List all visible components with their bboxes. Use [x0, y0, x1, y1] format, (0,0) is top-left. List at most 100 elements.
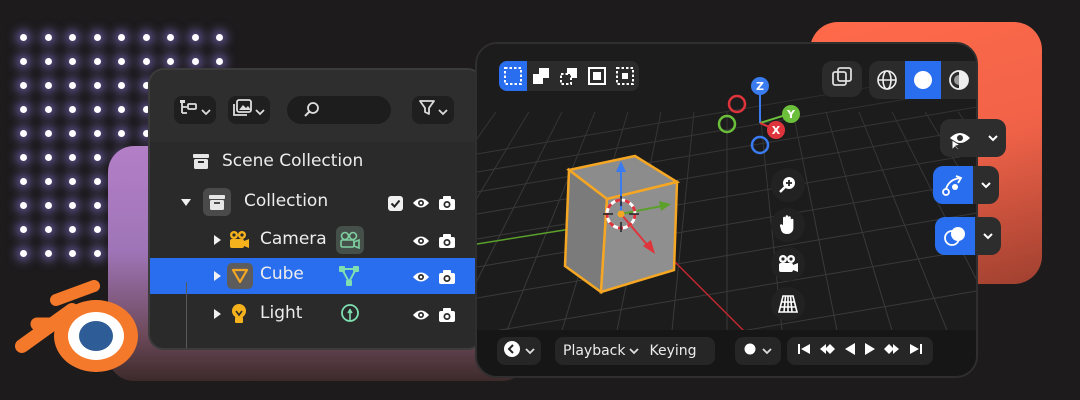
decorative-dot [44, 58, 52, 65]
solid-icon[interactable] [905, 61, 941, 99]
next-keyframe-icon[interactable] [884, 342, 900, 360]
render-camera-icon[interactable] [438, 307, 456, 323]
decorative-dot [44, 130, 52, 137]
outliner-row-label: Cube [260, 264, 304, 284]
decorative-dot [44, 82, 52, 89]
decorative-dot [69, 226, 76, 233]
expand-arrow-icon[interactable] [214, 309, 221, 319]
expand-arrow-icon[interactable] [181, 199, 191, 206]
decorative-dot [191, 58, 199, 65]
decorative-dot [93, 178, 101, 185]
toggle-xray-button[interactable] [822, 61, 862, 97]
image-icon [233, 99, 253, 121]
outliner-panel: Scene Collection Collection Camera Cube … [148, 68, 483, 350]
outliner-tree-icon [179, 99, 199, 121]
expand-arrow-icon[interactable] [214, 271, 221, 281]
chevron-down-icon [255, 101, 265, 120]
xray-icon [831, 66, 853, 92]
decorative-dot [93, 130, 101, 137]
outliner-row-label: Collection [244, 191, 329, 211]
gizmo-toggle-button[interactable] [933, 166, 999, 204]
decorative-dot [44, 106, 52, 113]
select-invert-icon[interactable] [583, 61, 611, 91]
decorative-dot [20, 58, 27, 65]
record-button[interactable] [735, 337, 781, 365]
visibility-eye-icon[interactable] [412, 234, 430, 248]
outliner-row-collection[interactable]: Collection [150, 184, 481, 220]
decorative-dot [20, 202, 27, 209]
filter-button[interactable] [412, 96, 454, 124]
overlay-toggle-button[interactable] [935, 217, 1001, 255]
pan-hand-icon[interactable] [771, 208, 805, 242]
decorative-dot [69, 178, 76, 185]
visibility-eye-icon[interactable] [412, 196, 430, 210]
select-intersect-icon[interactable] [611, 61, 639, 91]
decorative-dot [69, 250, 76, 257]
material-preview-icon[interactable] [941, 61, 976, 99]
outliner-row-light[interactable]: Light [150, 296, 481, 332]
camera-data-icon[interactable] [336, 226, 364, 254]
expand-arrow-icon[interactable] [214, 235, 221, 245]
tree-guide-line [186, 282, 187, 348]
scene-collection-label: Scene Collection [222, 151, 364, 171]
filter-view-button[interactable] [228, 96, 270, 124]
decorative-dot [69, 58, 76, 65]
decorative-dot [69, 154, 76, 161]
overlay-icon [935, 217, 975, 255]
mesh-icon [227, 263, 253, 289]
visibility-eye-icon[interactable] [412, 270, 430, 284]
light-data-icon[interactable] [340, 303, 360, 325]
editor-type-button[interactable] [497, 337, 541, 365]
camera-view-icon[interactable] [771, 247, 805, 281]
playback-keying-menus: Playback Keying [555, 337, 715, 365]
decorative-dot [20, 106, 27, 113]
playback-menu[interactable]: Playback [563, 343, 625, 359]
chevron-down-icon [762, 343, 772, 359]
render-camera-icon[interactable] [438, 195, 456, 211]
select-extend-icon[interactable] [527, 61, 555, 91]
visibility-selectability-button[interactable] [940, 119, 1006, 157]
render-camera-icon[interactable] [438, 233, 456, 249]
search-icon [303, 101, 321, 123]
render-camera-icon[interactable] [438, 269, 456, 285]
play-icon[interactable] [864, 342, 876, 360]
clock-icon [503, 340, 521, 362]
decorative-dot [44, 34, 52, 41]
prev-keyframe-icon[interactable] [819, 342, 836, 360]
select-box-icon[interactable] [499, 61, 527, 91]
rendered-icon[interactable] [977, 61, 978, 99]
decorative-dot [20, 178, 27, 185]
y-axis-line [666, 253, 748, 335]
decorative-dot [142, 34, 150, 41]
outliner-row-label: Camera [260, 229, 327, 249]
camera-icon [228, 230, 250, 250]
wireframe-icon[interactable] [869, 61, 905, 99]
search-input[interactable] [287, 96, 391, 124]
shading-mode-toolbar [869, 61, 978, 99]
decorative-dot [93, 202, 101, 209]
keying-menu[interactable]: Keying [649, 343, 696, 359]
visibility-eye-icon[interactable] [412, 308, 430, 322]
decorative-dot [20, 82, 27, 89]
mesh-data-icon[interactable] [338, 265, 360, 287]
3d-viewport[interactable]: Z Y X Playback Keying [475, 42, 978, 378]
decorative-dot [20, 130, 27, 137]
display-mode-button[interactable] [174, 96, 216, 124]
gizmo-y-label: Y [786, 108, 796, 121]
jump-start-icon[interactable] [797, 342, 811, 360]
chevron-down-icon [973, 166, 999, 204]
scene-collection-icon [192, 153, 210, 170]
checkbox[interactable] [388, 196, 403, 211]
gizmo-z-label: Z [756, 80, 764, 93]
play-reverse-icon[interactable] [844, 342, 856, 360]
chevron-down-icon [438, 101, 448, 120]
outliner-row-camera[interactable]: Camera [150, 222, 481, 258]
decorative-dot [118, 130, 125, 137]
ortho-grid-icon[interactable] [771, 287, 805, 321]
select-subtract-icon[interactable] [555, 61, 583, 91]
jump-end-icon[interactable] [909, 342, 923, 360]
zoom-icon[interactable] [771, 168, 805, 202]
decorative-dot [167, 58, 174, 65]
outliner-row-cube[interactable]: Cube [150, 258, 481, 294]
scene-collection-row[interactable]: Scene Collection [150, 144, 481, 180]
